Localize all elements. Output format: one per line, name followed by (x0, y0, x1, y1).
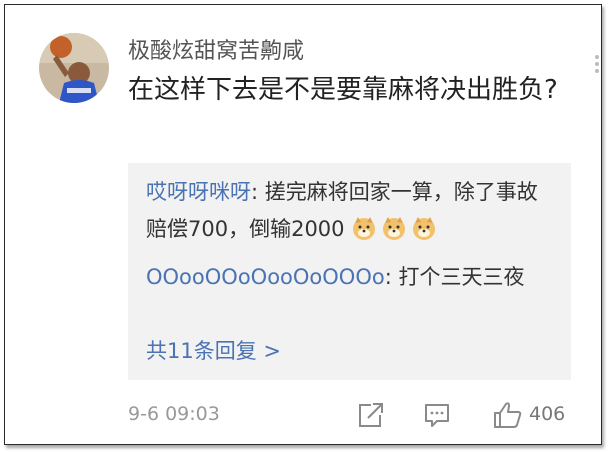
reply-text: : 打个三天三夜 (384, 265, 525, 289)
reply-item[interactable]: OOooOOoOooOoOOOo: 打个三天三夜 (146, 259, 558, 296)
username[interactable]: 极酸炫甜窝苦齁咸 (128, 33, 304, 65)
more-vertical-icon[interactable] (589, 54, 605, 74)
view-more-replies-link[interactable]: 共11条回复 > (146, 335, 281, 365)
avatar[interactable] (39, 33, 109, 103)
doge-emoji (353, 217, 376, 240)
reply-item[interactable]: 哎呀呀咪呀: 搓完麻将回家一算，除了事故赔偿700，倒输2000 (146, 174, 558, 248)
doge-emoji (383, 217, 406, 240)
reply-author[interactable]: 哎呀呀咪呀 (146, 180, 251, 204)
share-icon[interactable] (356, 400, 384, 430)
thumbs-up-icon (494, 402, 522, 428)
like-button[interactable]: 406 (492, 400, 574, 430)
doge-emoji (413, 217, 436, 240)
comment-card: 极酸炫甜窝苦齁咸 在这样下去是不是要靠麻将决出胜负? 哎呀呀咪呀: 搓完麻将回家… (4, 4, 602, 445)
comment-icon[interactable] (423, 400, 451, 430)
reply-preview-box[interactable]: 哎呀呀咪呀: 搓完麻将回家一算，除了事故赔偿700，倒输2000 OOooOOo… (128, 163, 571, 380)
reply-author[interactable]: OOooOOoOooOoOOOo (146, 265, 385, 289)
comment-text: 在这样下去是不是要靠麻将决出胜负? (128, 75, 558, 105)
timestamp: 9-6 09:03 (128, 403, 220, 425)
like-count: 406 (529, 403, 566, 425)
